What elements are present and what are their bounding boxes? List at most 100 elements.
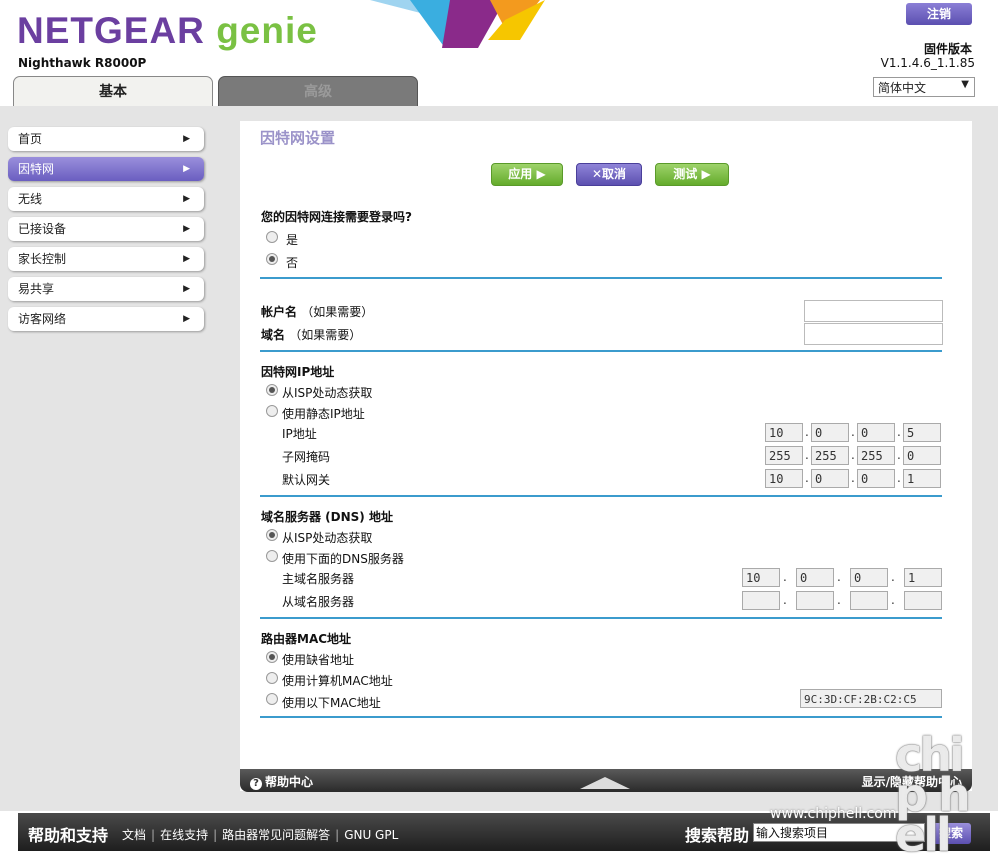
test-button[interactable]: 测试 ▶ bbox=[655, 163, 729, 186]
sidebar-item-wireless[interactable]: 无线 ▶ bbox=[8, 187, 204, 211]
login-no-label: 否 bbox=[286, 256, 299, 270]
if-needed-note: （如果需要） bbox=[289, 328, 362, 342]
radio-login-yes[interactable] bbox=[266, 231, 278, 243]
secondary-dns-label: 从域名服务器 bbox=[282, 595, 355, 609]
radio-ip-dynamic[interactable] bbox=[266, 384, 278, 396]
subnet-octet-4[interactable]: 0 bbox=[903, 446, 941, 465]
footer-link-gpl[interactable]: GNU GPL bbox=[344, 828, 398, 842]
mac-section-title: 路由器MAC地址 bbox=[261, 632, 352, 646]
chevron-right-icon: ▶ bbox=[183, 134, 190, 144]
chevron-right-icon: ▶ bbox=[183, 284, 190, 294]
dns2-octet-2[interactable] bbox=[796, 591, 834, 610]
radio-mac-custom[interactable] bbox=[266, 693, 278, 705]
account-label-text: 帐户名 bbox=[261, 305, 298, 319]
ip-octet-2[interactable]: 0 bbox=[811, 423, 849, 442]
octet-dot: . bbox=[891, 593, 895, 607]
subnet-octet-3[interactable]: 255 bbox=[857, 446, 895, 465]
ip-octet-1[interactable]: 10 bbox=[765, 423, 803, 442]
octet-dot: . bbox=[851, 425, 855, 439]
ip-octet-4[interactable]: 5 bbox=[903, 423, 941, 442]
footer-title: 帮助和支持 bbox=[28, 826, 109, 845]
chevron-right-icon: ▶ bbox=[183, 164, 190, 174]
radio-mac-computer[interactable] bbox=[266, 672, 278, 684]
octet-dot: . bbox=[897, 425, 901, 439]
octet-dot: . bbox=[783, 593, 787, 607]
decorative-shards bbox=[370, 0, 545, 48]
close-icon: ✕ bbox=[591, 167, 603, 181]
help-center-link[interactable]: ? 帮助中心 bbox=[250, 773, 313, 790]
octet-dot: . bbox=[851, 471, 855, 485]
ip-address-label: IP地址 bbox=[282, 427, 317, 441]
sidebar-item-attached-devices[interactable]: 已接设备 ▶ bbox=[8, 217, 204, 241]
mac-address-input[interactable]: 9C:3D:CF:2B:C2:C5 bbox=[800, 689, 942, 708]
domain-label-text: 域名 bbox=[261, 328, 286, 342]
mac-default-label: 使用缺省地址 bbox=[282, 653, 355, 667]
section-divider bbox=[260, 495, 942, 497]
tab-basic[interactable]: 基本 bbox=[13, 76, 213, 107]
sidebar-item-label: 无线 bbox=[18, 192, 43, 206]
radio-login-no[interactable] bbox=[266, 253, 278, 265]
chevron-down-icon: ▼ bbox=[961, 79, 969, 90]
dns2-octet-1[interactable] bbox=[742, 591, 780, 610]
sidebar-item-home[interactable]: 首页 ▶ bbox=[8, 127, 204, 151]
sidebar-item-parental-controls[interactable]: 家长控制 ▶ bbox=[8, 247, 204, 271]
login-question: 您的因特网连接需要登录吗? bbox=[261, 210, 412, 224]
logout-button[interactable]: 注销 bbox=[906, 3, 972, 25]
tab-advanced[interactable]: 高级 bbox=[218, 76, 418, 107]
ip-static-label: 使用静态IP地址 bbox=[282, 407, 365, 421]
sidebar-item-readyshare[interactable]: 易共享 ▶ bbox=[8, 277, 204, 301]
help-center-label: 帮助中心 bbox=[265, 775, 314, 789]
section-divider bbox=[260, 716, 942, 718]
dns1-octet-1[interactable]: 10 bbox=[742, 568, 780, 587]
gateway-octet-2[interactable]: 0 bbox=[811, 469, 849, 488]
radio-mac-default[interactable] bbox=[266, 651, 278, 663]
ip-dynamic-label: 从ISP处动态获取 bbox=[282, 386, 373, 400]
dns2-octet-3[interactable] bbox=[850, 591, 888, 610]
mac-computer-label: 使用计算机MAC地址 bbox=[282, 674, 393, 688]
footer-link-support[interactable]: 在线支持 bbox=[160, 828, 208, 842]
chevron-right-icon: ▶ bbox=[183, 224, 190, 234]
octet-dot: . bbox=[805, 471, 809, 485]
help-center-bar: ? 帮助中心 显示/隐藏帮助中心 bbox=[240, 769, 972, 792]
radio-dns-dynamic[interactable] bbox=[266, 529, 278, 541]
sidebar-item-label: 家长控制 bbox=[18, 252, 67, 266]
dns1-octet-4[interactable]: 1 bbox=[904, 568, 942, 587]
sidebar-item-label: 访客网络 bbox=[18, 312, 67, 326]
ip-octet-3[interactable]: 0 bbox=[857, 423, 895, 442]
gateway-octet-4[interactable]: 1 bbox=[903, 469, 941, 488]
dns1-octet-2[interactable]: 0 bbox=[796, 568, 834, 587]
gateway-octet-1[interactable]: 10 bbox=[765, 469, 803, 488]
sidebar-item-internet[interactable]: 因特网 ▶ bbox=[8, 157, 204, 181]
netgear-logo: NETGEAR genie bbox=[17, 10, 318, 51]
domain-name-input[interactable] bbox=[804, 323, 943, 345]
watermark-url: www.chiphell.com bbox=[770, 806, 897, 822]
language-value: 简体中文 bbox=[878, 81, 927, 95]
octet-dot: . bbox=[891, 570, 895, 584]
if-needed-note: （如果需要） bbox=[301, 305, 374, 319]
subnet-octet-2[interactable]: 255 bbox=[811, 446, 849, 465]
footer-link-faq[interactable]: 路由器常见问题解答 bbox=[222, 828, 330, 842]
firmware-version: V1.1.4.6_1.1.85 bbox=[880, 56, 975, 70]
section-divider bbox=[260, 277, 942, 279]
dns2-octet-4[interactable] bbox=[904, 591, 942, 610]
radio-ip-static[interactable] bbox=[266, 405, 278, 417]
gateway-octet-3[interactable]: 0 bbox=[857, 469, 895, 488]
subnet-octet-1[interactable]: 255 bbox=[765, 446, 803, 465]
footer-link-docs[interactable]: 文档 bbox=[122, 828, 146, 842]
language-select[interactable]: 简体中文 ▼ bbox=[873, 77, 975, 97]
chevron-right-icon: ▶ bbox=[183, 254, 190, 264]
dns1-octet-3[interactable]: 0 bbox=[850, 568, 888, 587]
account-name-input[interactable] bbox=[804, 300, 943, 322]
octet-dot: . bbox=[897, 448, 901, 462]
octet-dot: . bbox=[783, 570, 787, 584]
radio-dns-manual[interactable] bbox=[266, 550, 278, 562]
octet-dot: . bbox=[897, 471, 901, 485]
apply-button[interactable]: 应用 ▶ bbox=[491, 163, 563, 186]
dns-dynamic-label: 从ISP处动态获取 bbox=[282, 531, 373, 545]
subnet-mask-label: 子网掩码 bbox=[282, 450, 331, 464]
firmware-label: 固件版本 bbox=[923, 42, 972, 56]
sidebar-item-label: 因特网 bbox=[18, 162, 55, 176]
sidebar-item-guest-network[interactable]: 访客网络 ▶ bbox=[8, 307, 204, 331]
expand-triangle-icon[interactable] bbox=[580, 777, 630, 789]
cancel-button[interactable]: ✕取消 bbox=[576, 163, 642, 186]
